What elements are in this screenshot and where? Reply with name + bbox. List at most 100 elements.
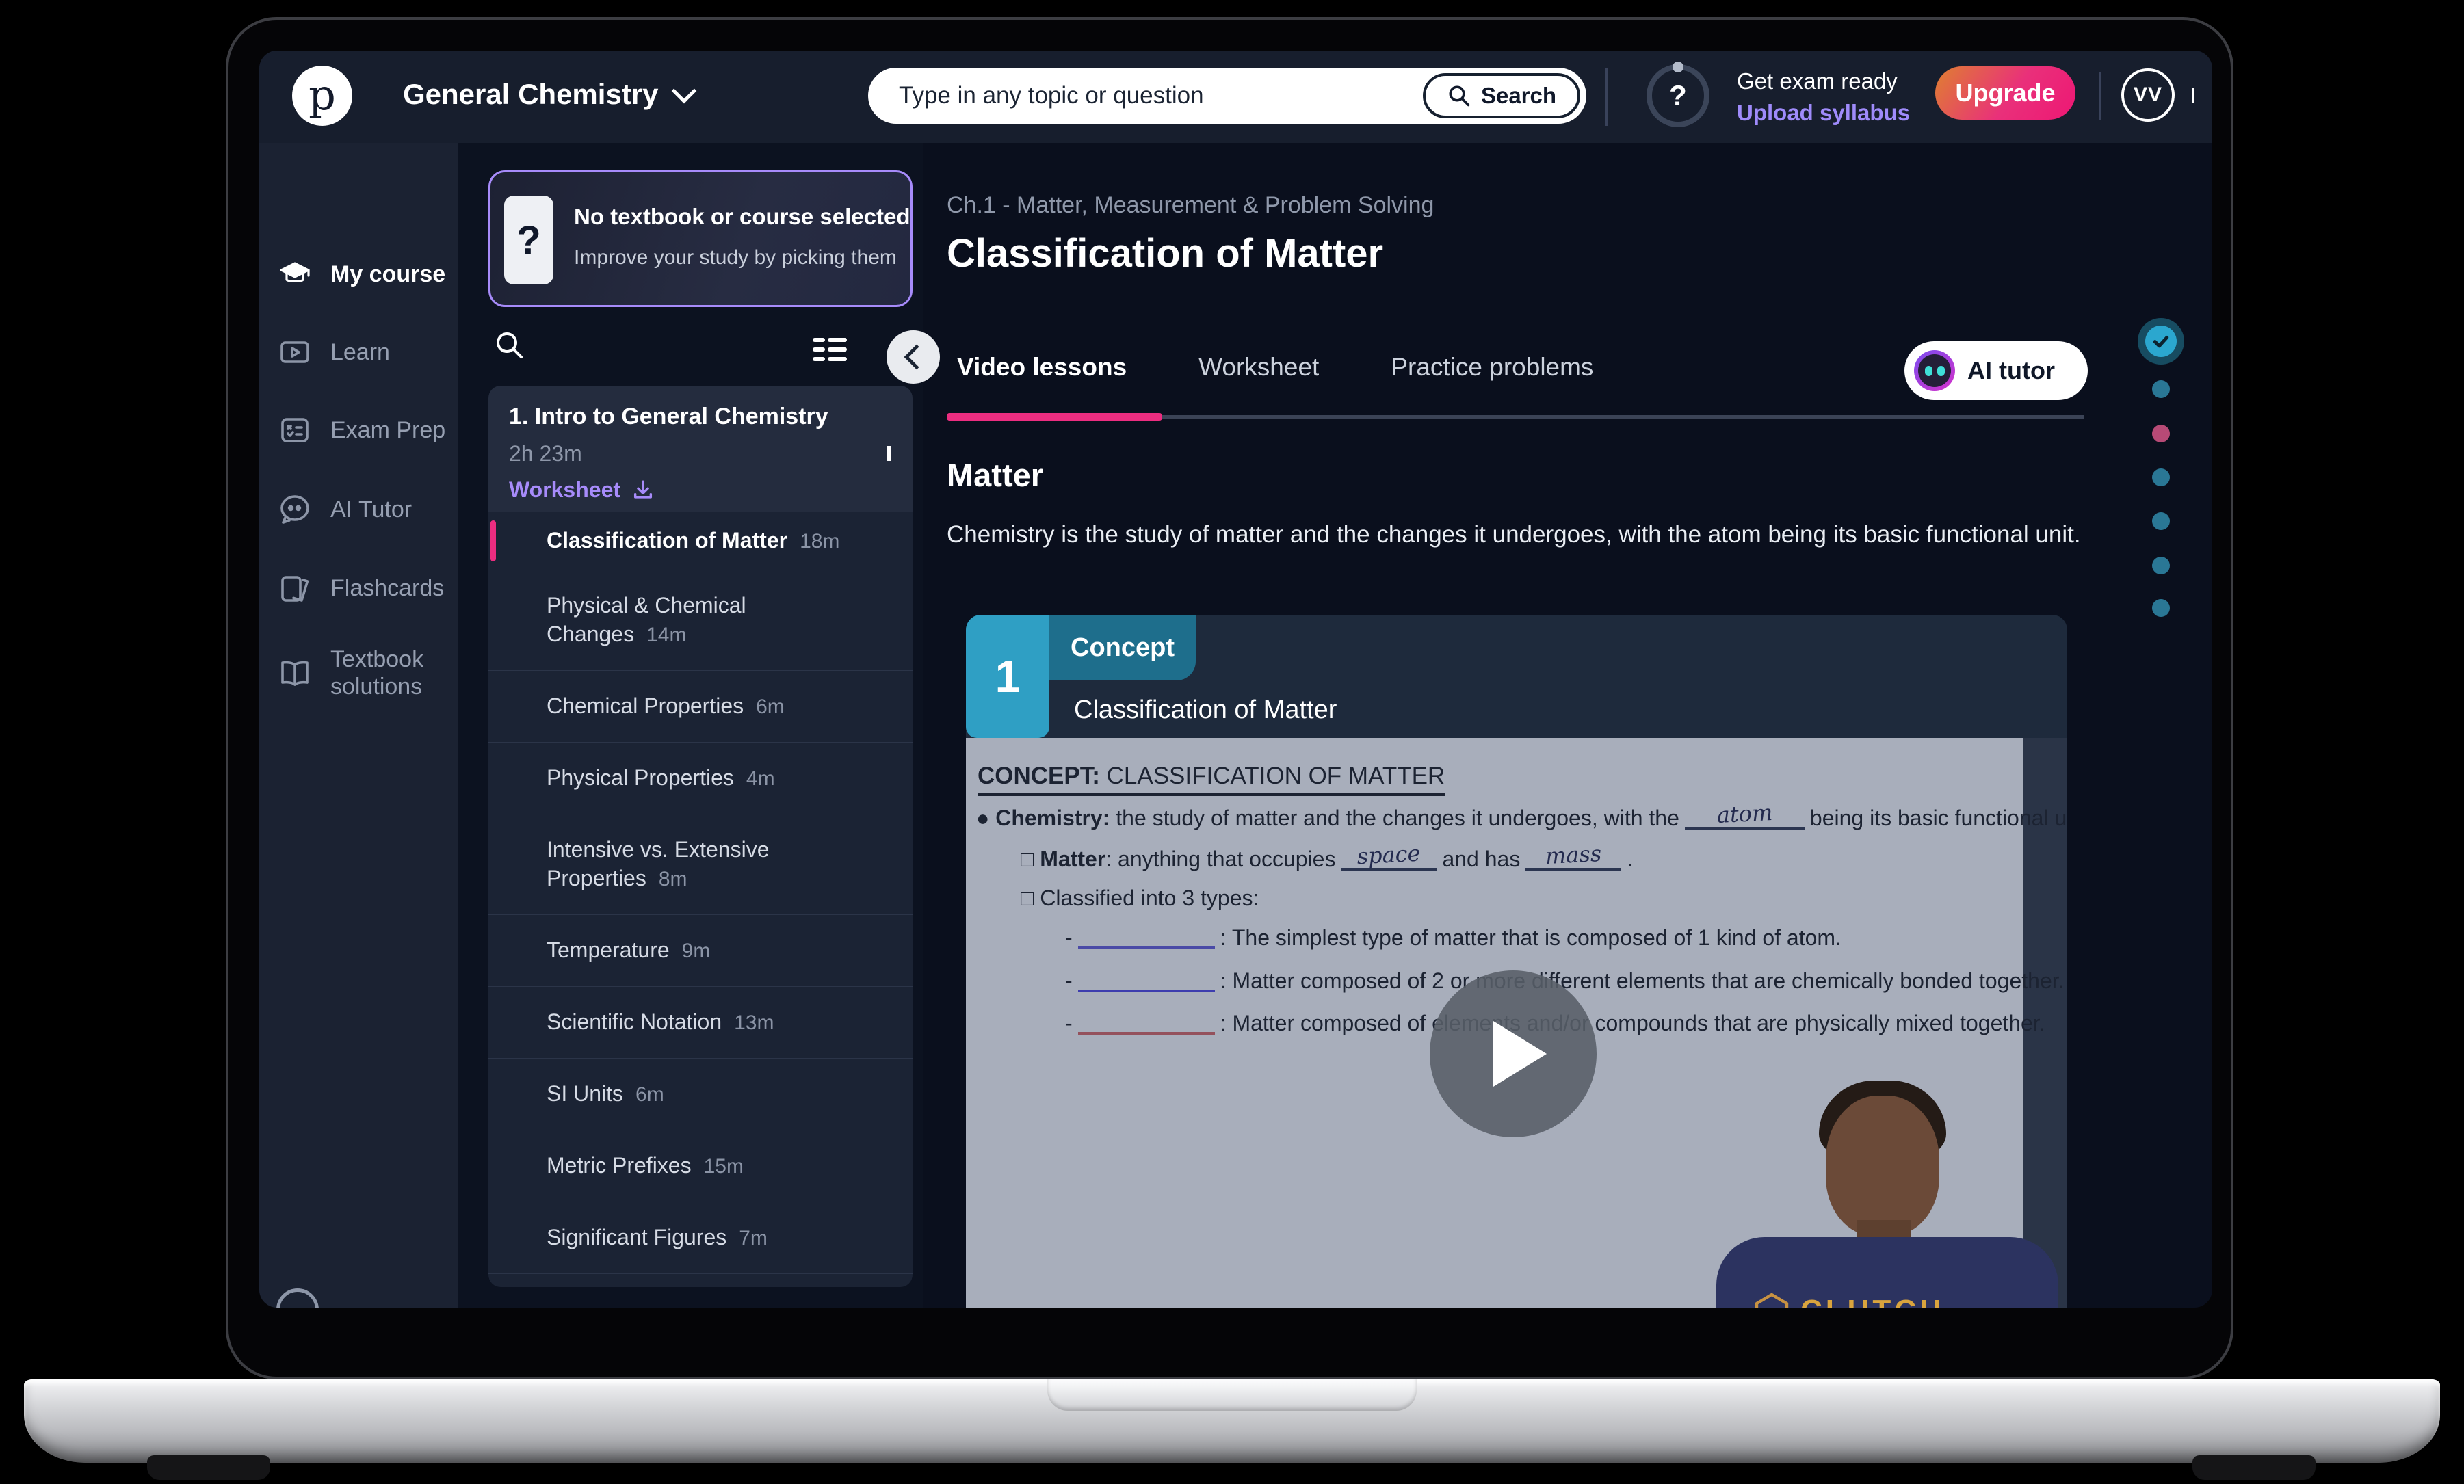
- hexagon-icon: [1754, 1292, 1790, 1308]
- lesson-item[interactable]: Significant Figures: Precision in Measur…: [488, 1273, 913, 1287]
- upgrade-button[interactable]: Upgrade: [1935, 66, 2075, 120]
- chapter-duration: 2h 23m: [509, 441, 892, 466]
- course-selector[interactable]: General Chemistry: [403, 78, 693, 111]
- play-button[interactable]: [1430, 970, 1597, 1137]
- laptop-mockup: p General Chemistry Search: [0, 0, 2464, 1484]
- progress-dot-current[interactable]: [2152, 425, 2170, 442]
- banner-title: No textbook or course selected: [574, 204, 910, 230]
- search-icon: [493, 329, 526, 362]
- sidebar-item-flashcards[interactable]: Flashcards: [278, 572, 447, 605]
- get-exam-ready-label: Get exam ready: [1737, 66, 1910, 97]
- pearson-logo-icon[interactable]: p: [292, 66, 352, 126]
- lesson-item[interactable]: Scientific Notation13m: [488, 986, 913, 1058]
- open-book-icon: [278, 657, 311, 689]
- page-title: Classification of Matter: [947, 230, 1383, 276]
- lesson-list: Classification of Matter18m Physical & C…: [488, 512, 913, 1287]
- progress-dot[interactable]: [2152, 557, 2170, 574]
- progress-dot[interactable]: [2152, 512, 2170, 530]
- banner-subtitle: Improve your study by picking them: [574, 246, 897, 269]
- chevron-down-icon: [671, 79, 696, 104]
- concept-badge: Concept: [1049, 615, 1196, 680]
- sidebar-item-textbook-solutions[interactable]: Textbook solutions: [278, 646, 447, 700]
- lesson-item[interactable]: Physical & Chemical Changes14m: [488, 570, 913, 670]
- sidebar-item-ai-tutor[interactable]: AI Tutor: [278, 493, 447, 526]
- course-selector-label: General Chemistry: [403, 78, 659, 111]
- video-lesson-icon: [278, 336, 311, 369]
- sidebar-item-learn[interactable]: Learn: [278, 336, 447, 369]
- breadcrumb: Ch.1 - Matter, Measurement & Problem Sol…: [947, 192, 1434, 219]
- lesson-item[interactable]: Chemical Properties6m: [488, 670, 913, 742]
- sidebar-item-label: My course: [330, 261, 447, 288]
- collapse-chapter-chevron[interactable]: [887, 446, 891, 458]
- active-tab-indicator: [947, 413, 1162, 421]
- no-textbook-banner[interactable]: ? No textbook or course selected Improve…: [488, 170, 913, 307]
- header-divider-2: [2099, 72, 2101, 120]
- section-heading: Matter: [947, 456, 1043, 494]
- topic-search[interactable]: Search: [868, 68, 1586, 124]
- book-placeholder-icon: ?: [504, 196, 553, 284]
- left-sidebar: My course Learn Exam Prep: [259, 143, 458, 1308]
- sidebar-bottom-icon[interactable]: [276, 1288, 319, 1308]
- upload-syllabus-link[interactable]: Upload syllabus: [1737, 97, 1910, 129]
- instructor: CLUTCH: [1747, 1083, 2023, 1308]
- progress-dot[interactable]: [2152, 468, 2170, 486]
- search-button[interactable]: Search: [1423, 73, 1580, 118]
- progress-step-complete[interactable]: [2138, 318, 2184, 365]
- laptop-screen: p General Chemistry Search: [226, 17, 2233, 1379]
- tab-worksheet[interactable]: Worksheet: [1198, 353, 1319, 382]
- concept-title: Classification of Matter: [1074, 695, 1337, 725]
- lesson-item[interactable]: Intensive vs. Extensive Properties8m: [488, 814, 913, 914]
- slide-type-1: -: The simplest type of matter that is c…: [1065, 925, 1842, 951]
- tab-practice-problems[interactable]: Practice problems: [1391, 353, 1593, 382]
- active-indicator: [490, 520, 496, 561]
- slide-chemistry-line: ● Chemistry: the study of matter and the…: [976, 805, 2067, 831]
- chevron-up-icon: [887, 446, 891, 461]
- progress-dot[interactable]: [2152, 599, 2170, 617]
- account-menu-chevron[interactable]: [2192, 88, 2194, 101]
- graduation-cap-icon: [278, 258, 311, 291]
- lesson-item[interactable]: Metric Prefixes15m: [488, 1130, 913, 1202]
- sidebar-item-exam-prep[interactable]: Exam Prep: [278, 414, 447, 447]
- list-view-button[interactable]: [812, 334, 848, 368]
- checklist-icon: [278, 414, 311, 447]
- video-player[interactable]: CONCEPT: CLASSIFICATION OF MATTER ● Chem…: [966, 738, 2067, 1308]
- tab-video-lessons[interactable]: Video lessons: [957, 353, 1127, 382]
- progress-dot-indicator: [1673, 62, 1683, 72]
- lesson-item[interactable]: Classification of Matter18m: [488, 512, 913, 570]
- check-icon: [2151, 331, 2171, 352]
- slide-matter-line: □ Matter: anything that occupiesspaceand…: [1021, 846, 1633, 872]
- chevron-down-icon: [2192, 88, 2194, 103]
- worksheet-download-link[interactable]: Worksheet: [509, 477, 892, 503]
- lesson-item[interactable]: Significant Figures7m: [488, 1202, 913, 1273]
- progress-dot[interactable]: [2152, 380, 2170, 398]
- sidebar-item-my-course[interactable]: My course: [278, 258, 447, 291]
- ai-tutor-button[interactable]: AI tutor: [1904, 341, 2088, 400]
- lesson-item[interactable]: SI Units6m: [488, 1058, 913, 1130]
- panel-search-button[interactable]: [493, 329, 526, 365]
- search-icon: [1447, 83, 1471, 108]
- top-header: p General Chemistry Search: [259, 51, 2212, 143]
- download-icon: [631, 479, 655, 502]
- avatar[interactable]: VV: [2121, 68, 2175, 122]
- laptop-foot: [2192, 1455, 2316, 1480]
- main-content: Ch.1 - Matter, Measurement & Problem Sol…: [923, 143, 2212, 1308]
- slide-classified-line: □ Classified into 3 types:: [1021, 886, 1259, 911]
- sidebar-item-label: Exam Prep: [330, 416, 447, 444]
- play-icon: [1493, 1021, 1547, 1087]
- instructor-shirt: CLUTCH: [1716, 1237, 2058, 1308]
- lesson-item[interactable]: Temperature9m: [488, 914, 913, 986]
- collapse-panel-button[interactable]: [887, 330, 940, 384]
- section-text: Chemistry is the study of matter and the…: [947, 521, 2123, 548]
- instructor-head: [1826, 1096, 1939, 1236]
- sidebar-item-label: Learn: [330, 339, 447, 366]
- concept-number-tab: 1: [966, 615, 1049, 738]
- exam-ready-block: Get exam ready Upload syllabus: [1737, 66, 1910, 129]
- chapter-header-card[interactable]: 1. Intro to General Chemistry 2h 23m Wor…: [488, 386, 913, 512]
- laptop-foot: [147, 1455, 270, 1480]
- clutch-logo: CLUTCH: [1754, 1292, 1945, 1308]
- slide-heading: CONCEPT: CLASSIFICATION OF MATTER: [978, 763, 1445, 796]
- lesson-item[interactable]: Physical Properties4m: [488, 742, 913, 814]
- header-divider: [1605, 68, 1608, 126]
- help-progress-ring[interactable]: ?: [1647, 64, 1709, 127]
- list-icon: [812, 334, 848, 365]
